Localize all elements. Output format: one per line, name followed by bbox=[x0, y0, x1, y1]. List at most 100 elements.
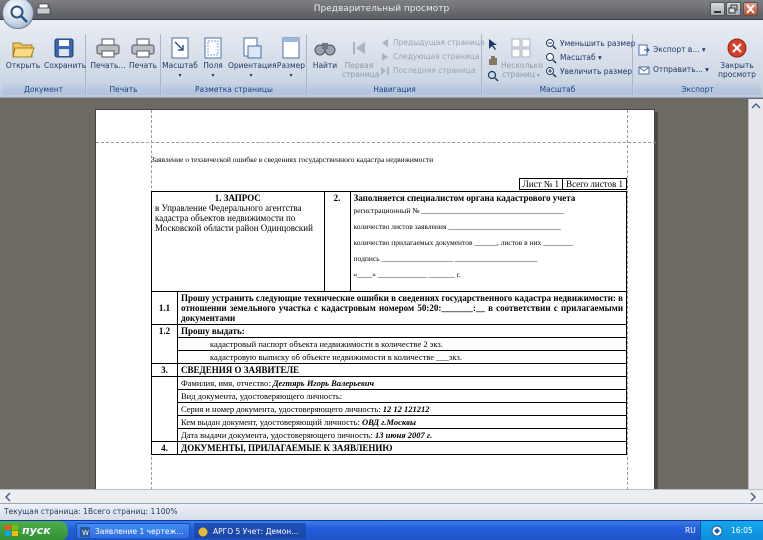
scroll-up-icon[interactable] bbox=[751, 101, 761, 113]
taskbar-item-argo[interactable]: АРГО 5 Учет: Демон... bbox=[194, 523, 306, 539]
pointer-tool[interactable] bbox=[487, 38, 502, 50]
group-print: Печать... Печать Печать bbox=[87, 34, 161, 96]
zoom-status: 100% bbox=[156, 507, 178, 516]
vertical-scrollbar[interactable] bbox=[748, 99, 763, 489]
taskbar: пуск W Заявление 1 чертеж... АРГО 5 Учет… bbox=[0, 520, 763, 540]
horizontal-scrollbar[interactable] bbox=[0, 489, 763, 503]
zoom-in-button[interactable]: Увеличить размер bbox=[545, 66, 632, 78]
fio-label: Фамилия, имя, отчество: bbox=[181, 378, 271, 388]
total-pages-status: Всего страниц: 1 bbox=[88, 507, 156, 516]
svg-text:W: W bbox=[82, 529, 89, 537]
multiple-pages-icon bbox=[511, 38, 531, 58]
hand-tool[interactable] bbox=[487, 54, 502, 66]
close-preview-button[interactable]: Закрыть просмотр bbox=[716, 37, 758, 79]
prev-page-label: Предыдущая страница bbox=[393, 38, 485, 47]
first-page-icon bbox=[353, 42, 365, 54]
section-3-title: СВЕДЕНИЯ О ЗАЯВИТЕЛЕ bbox=[177, 363, 627, 377]
group-label-print: Печать bbox=[87, 84, 160, 95]
group-label-document: Документ bbox=[2, 84, 85, 95]
print-dialog-label: Печать... bbox=[90, 61, 126, 70]
zoom-in-label: Увеличить размер bbox=[560, 67, 633, 76]
open-button[interactable]: Открыть bbox=[4, 37, 42, 70]
binoculars-icon bbox=[314, 43, 336, 56]
section-2-number: 2. bbox=[323, 191, 351, 292]
printer-icon bbox=[96, 38, 120, 58]
find-button[interactable]: Найти bbox=[310, 37, 340, 70]
issue-date-label: Дата выдачи документа, удостоверяющего л… bbox=[181, 430, 373, 440]
row-1-1-number: 1.1 bbox=[151, 291, 178, 325]
print-label: Печать bbox=[128, 61, 158, 70]
printer-icon bbox=[131, 38, 155, 58]
windows-flag-icon bbox=[5, 525, 18, 536]
fields-button[interactable]: Поля ▾ bbox=[200, 37, 226, 80]
save-label: Сохранить bbox=[44, 61, 87, 70]
arrow-pointer-icon bbox=[489, 39, 497, 50]
document-content: Заявление о технической ошибке в сведени… bbox=[151, 155, 628, 455]
scale-button[interactable]: Масштаб ▾ bbox=[162, 37, 198, 80]
orientation-label: Ориентация bbox=[228, 61, 277, 70]
export-label: Экспорт в... bbox=[653, 45, 700, 54]
request-passport: кадастровый паспорт объекта недвижимости… bbox=[177, 337, 627, 351]
section-1-body: в Управление Федерального агентства када… bbox=[155, 203, 313, 233]
preview-area[interactable]: Заявление о технической ошибке в сведени… bbox=[0, 99, 763, 489]
save-button[interactable]: Сохранить bbox=[44, 37, 87, 70]
find-label: Найти bbox=[312, 61, 338, 70]
zoom-dropdown[interactable]: Масштаб ▾ bbox=[545, 52, 602, 64]
sheet-number: Лист № 1 bbox=[518, 178, 564, 190]
last-page-button[interactable]: Последняя страница bbox=[380, 66, 476, 76]
language-indicator[interactable]: RU bbox=[685, 526, 696, 535]
last-page-icon bbox=[381, 67, 389, 75]
group-label-navigation: Навигация bbox=[308, 84, 481, 95]
prev-page-button[interactable]: Предыдущая страница bbox=[380, 38, 485, 48]
section-4-title: ДОКУМЕНТЫ, ПРИЛАГАЕМЫЕ К ЗАЯВЛЕНИЮ bbox=[177, 441, 627, 455]
doc-number-label: Серия и номер документа, удостоверяющего… bbox=[181, 404, 381, 414]
row-1-1-text: Прошу устранить следующие технические ош… bbox=[177, 291, 627, 325]
multiple-pages-label-1: Несколько bbox=[501, 61, 543, 70]
floppy-disk-icon bbox=[54, 38, 74, 58]
fio-value: Дегтярь Игорь Валерьевич bbox=[272, 378, 375, 388]
open-label: Открыть bbox=[5, 61, 41, 70]
zoom-icon bbox=[546, 53, 557, 64]
multiple-pages-label-2: страниц bbox=[502, 70, 535, 79]
system-tray: 16:05 bbox=[700, 521, 763, 540]
start-label: пуск bbox=[22, 524, 51, 537]
network-icon[interactable] bbox=[711, 525, 723, 537]
print-button[interactable]: Печать bbox=[127, 37, 159, 70]
close-preview-label-2: просмотр bbox=[718, 70, 756, 79]
attached-docs-label: количество прилагаемых документов ______… bbox=[353, 238, 574, 247]
orientation-button[interactable]: Ориентация ▾ bbox=[228, 37, 277, 80]
send-mail-icon bbox=[638, 66, 650, 75]
start-button[interactable]: пуск bbox=[0, 521, 68, 540]
export-button[interactable]: Экспорт в... ▾ bbox=[638, 44, 706, 56]
print-dialog-button[interactable]: Печать... bbox=[89, 37, 127, 70]
taskbar-item-document[interactable]: W Заявление 1 чертеж... bbox=[76, 523, 190, 539]
group-page-layout: Масштаб ▾ Поля ▾ Ориентация ▾ Размер ▾ Разме… bbox=[162, 34, 307, 96]
group-document: Открыть Сохранить Документ bbox=[2, 34, 86, 96]
close-circle-icon bbox=[727, 38, 747, 58]
maximize-button[interactable] bbox=[726, 2, 741, 16]
first-page-button[interactable]: Первая страница bbox=[342, 37, 379, 79]
close-window-button[interactable] bbox=[743, 2, 758, 16]
group-label-page-layout: Разметка страницы bbox=[162, 84, 306, 95]
multiple-pages-button[interactable]: Несколько страниц ▾ bbox=[501, 37, 543, 80]
ribbon: Открыть Сохранить Документ Печать... Печ… bbox=[0, 20, 763, 98]
close-icon bbox=[746, 4, 755, 14]
doc-type-label: Вид документа, удостоверяющего личность: bbox=[177, 389, 627, 403]
section-1-title: 1. ЗАПРОС bbox=[214, 193, 261, 203]
zoom-out-button[interactable]: Уменьшить размер bbox=[545, 38, 635, 50]
issued-by-label: Кем выдан документ, удостоверяющий лично… bbox=[181, 417, 360, 427]
minimize-button[interactable] bbox=[710, 2, 725, 16]
zoom-in-icon bbox=[546, 67, 557, 78]
send-button[interactable]: Отправить... ▾ bbox=[638, 64, 709, 76]
issued-by-value: ОВД г.Москвы bbox=[361, 417, 416, 427]
magnifier-icon bbox=[487, 70, 499, 82]
next-page-button[interactable]: Следующая страница bbox=[380, 52, 479, 62]
document-header: Заявление о технической ошибке в сведени… bbox=[151, 155, 434, 164]
zoom-tool[interactable] bbox=[487, 70, 502, 82]
application-table: 1. ЗАПРОС в Управление Федерального аген… bbox=[151, 191, 628, 455]
signature-label: подпись bbox=[353, 254, 380, 263]
size-button[interactable]: Размер ▾ bbox=[276, 37, 306, 80]
zoom-label: Масштаб bbox=[560, 53, 596, 62]
margin-guide-right bbox=[627, 110, 628, 489]
hand-icon bbox=[489, 56, 497, 65]
